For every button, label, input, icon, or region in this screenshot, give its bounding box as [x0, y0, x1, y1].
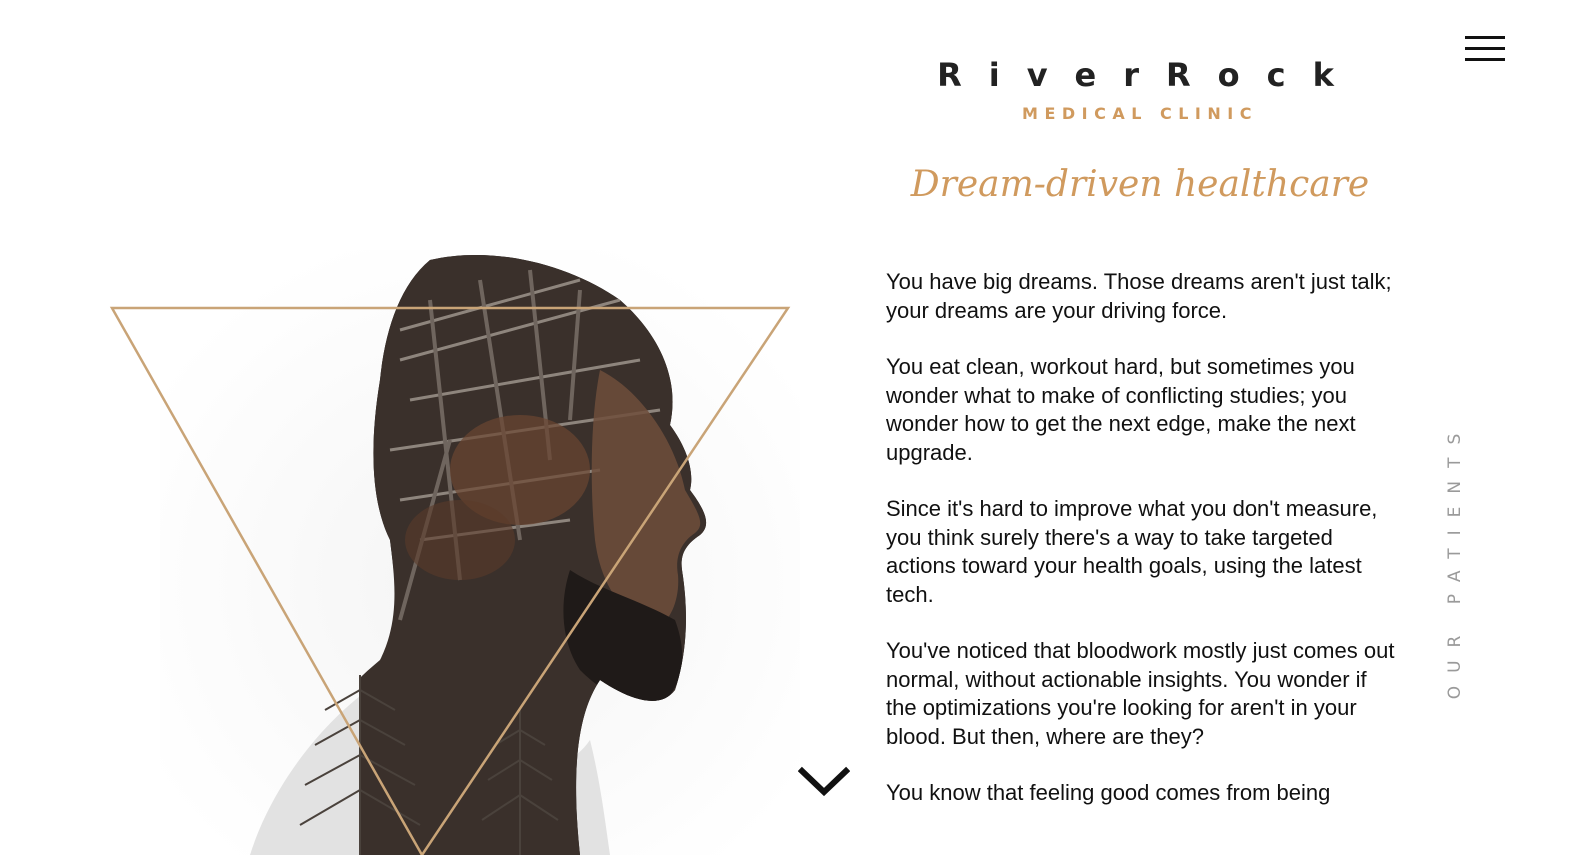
hamburger-menu-icon[interactable] — [1465, 34, 1505, 64]
intro-paragraph: You've noticed that bloodwork mostly jus… — [886, 638, 1395, 749]
scroll-down-button[interactable] — [797, 765, 851, 799]
chevron-down-icon — [797, 766, 851, 797]
menu-line — [1465, 36, 1505, 39]
menu-line — [1465, 47, 1505, 50]
intro-paragraph: You have big dreams. Those dreams aren't… — [886, 269, 1392, 323]
hero-image — [100, 240, 820, 855]
page-tagline: Dream-driven healthcare — [910, 164, 1370, 205]
intro-paragraph: Since it's hard to improve what you don'… — [886, 496, 1378, 607]
hero-portrait-illustration — [109, 250, 800, 855]
our-patients-link[interactable]: OUR PATIENTS — [1445, 421, 1465, 700]
intro-paragraph: You know that feeling good comes from be… — [886, 780, 1331, 805]
menu-line — [1465, 58, 1505, 61]
logo-name: RiverRock — [937, 56, 1361, 94]
intro-copy: You have big dreams. Those dreams aren't… — [886, 268, 1396, 836]
intro-paragraph: You eat clean, workout hard, but sometim… — [886, 354, 1356, 465]
logo[interactable]: RiverRock MEDICAL CLINIC — [890, 55, 1390, 125]
logo-subtitle: MEDICAL CLINIC — [1022, 104, 1258, 123]
